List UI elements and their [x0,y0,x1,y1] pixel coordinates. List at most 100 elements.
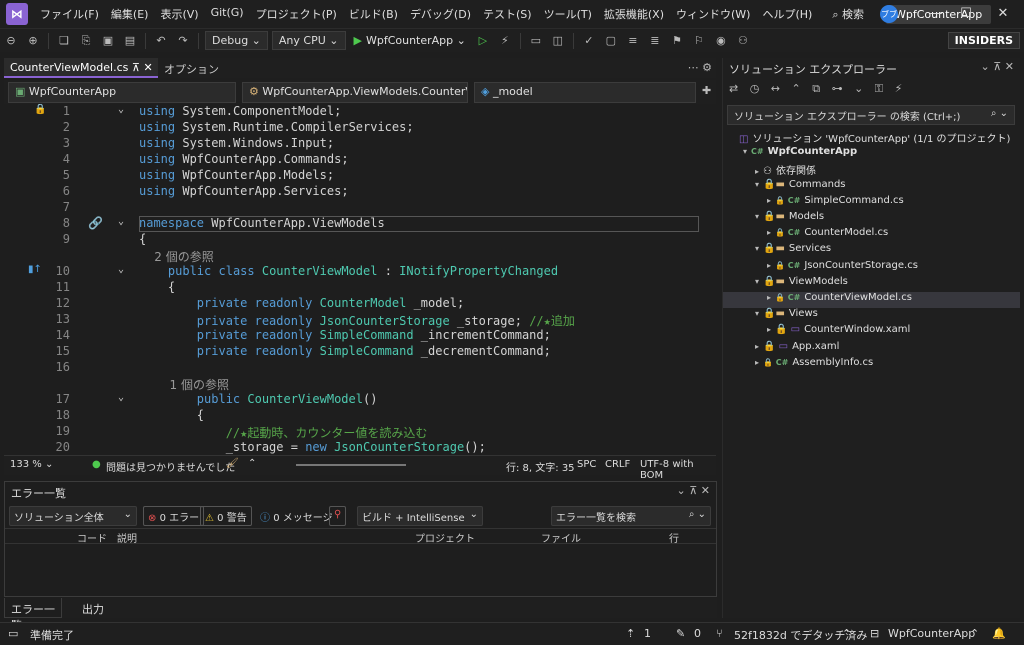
menu-item[interactable]: デバッグ(D) [404,6,477,22]
code-line[interactable]: 10 ⌄ public class CounterViewModel : INot… [4,264,716,280]
tree-item[interactable]: ▸ 🔒 C# AssemblyInfo.cs [723,357,1020,373]
code-line[interactable]: 15 private readonly SimpleCommand _decre… [4,344,716,360]
tree-item[interactable]: ◫ ソリューション 'WpfCounterApp' (1/1 のプロジェクト) [723,130,1020,146]
window-icon[interactable]: ◫ [548,32,568,50]
expand-chevron-icon[interactable]: ▾ [739,147,751,156]
errors-filter[interactable]: ⊗ 0 エラー [143,506,205,526]
tab-error-list[interactable]: エラー一覧 [4,598,62,632]
code-line[interactable]: 18 { [4,408,716,424]
new-item-icon[interactable]: ❏ [54,32,74,50]
menu-item[interactable]: ファイル(F) [34,6,105,22]
edits-count[interactable]: 0 [694,627,701,640]
code-line[interactable]: 2 個の参照 [4,248,716,264]
fold-chevron-icon[interactable]: ⌄ [118,264,124,275]
expand-chevron-icon[interactable]: ▾ [751,244,763,253]
branch-chevron-icon[interactable]: ⌃ [842,627,851,640]
notification-icon[interactable]: ▭ [8,627,18,640]
menu-item[interactable]: 編集(E) [105,6,155,22]
tree-item[interactable]: ▸ 🔒 ▭ CounterWindow.xaml [723,324,1020,340]
status-project[interactable]: WpfCounterApp [888,627,975,640]
code-line[interactable]: 19 //★起動時、カウンター値を読み込む [4,424,716,440]
code-line[interactable]: 16 [4,360,716,376]
class-dropdown[interactable]: ⚙ WpfCounterApp.ViewModels.CounterV [242,82,468,103]
crlf-indicator[interactable]: CRLF [605,459,630,470]
pin-icon[interactable]: ⊼ [132,61,140,74]
code-line[interactable]: 4 using WpfCounterApp.Commands; [4,152,716,168]
expand-chevron-icon[interactable]: ▾ [751,212,763,221]
expand-chevron-icon[interactable]: ▸ [763,325,775,334]
tree-item[interactable]: ▸ 🔒 C# JsonCounterStorage.cs [723,260,1020,276]
fold-chevron-icon[interactable]: ⌄ [118,216,124,227]
minimize-icon[interactable]: — [923,4,949,24]
column-header[interactable]: ファイル [541,530,581,545]
search-menu[interactable]: ⌕ 検索 [824,6,872,22]
code-editor[interactable]: 🔒 🔗 ▮↑ 1 ⌄ using System.ComponentModel; 2 us… [4,104,716,454]
menu-item[interactable]: プロジェクト(P) [250,6,343,22]
tree-item[interactable]: ▸ 🔒 C# CounterModel.cs [723,227,1020,243]
project-chevron-icon[interactable]: ⌃ [970,627,979,640]
spellcheck-icon[interactable]: ✓ [579,32,599,50]
menu-item[interactable]: Git(G) [205,6,250,22]
code-line[interactable]: 2 using System.Runtime.CompilerServices; [4,120,716,136]
encoding-indicator[interactable]: UTF-8 with BOM [640,459,716,481]
column-header[interactable]: 行 [669,530,679,545]
expand-chevron-icon[interactable]: ▸ [751,358,763,367]
tab-counterviewmodel[interactable]: CounterViewModel.cs ⊼ ✕ [4,58,158,78]
zoom-dropdown[interactable]: 133 % ⌄ [10,459,53,470]
panel-controls[interactable]: ⌄ ⊼ ✕ [677,484,710,497]
code-line[interactable]: 5 using WpfCounterApp.Models; [4,168,716,184]
spc-indicator[interactable]: SPC [577,459,596,470]
code-line[interactable]: 13 private readonly JsonCounterStorage _… [4,312,716,328]
code-line[interactable]: 1 個の参照 [4,376,716,392]
scope-dropdown[interactable]: ソリューション全体 ⌄ [9,506,137,526]
bell-icon[interactable]: 🔔 [992,627,1006,640]
build-dropdown[interactable]: ビルド + IntelliSense ⌄ [357,506,483,526]
tree-item[interactable]: ▾ 🔒▬ Commands [723,179,1020,195]
menu-item[interactable]: テスト(S) [477,6,538,22]
tab-close-icon[interactable]: ✕ [143,61,152,74]
save-all-icon[interactable]: ▤ [120,32,140,50]
menu-item[interactable]: 表示(V) [154,6,204,22]
brush-icon[interactable]: 🖌 [226,458,239,469]
tree-item[interactable]: ▾ 🔒▬ Services [723,243,1020,259]
horizontal-scrollbar[interactable] [296,464,406,466]
config-dropdown[interactable]: Debug ⌄ [205,31,268,50]
code-line[interactable]: 7 [4,200,716,216]
tab-options[interactable]: オプション [164,61,219,77]
project-dropdown[interactable]: ▣ WpfCounterApp [8,82,236,103]
tree-item[interactable]: ▸ 🔒 ▭ App.xaml [723,341,1020,357]
code-line[interactable]: 14 private readonly SimpleCommand _incre… [4,328,716,344]
expand-chevron-icon[interactable]: ▾ [751,309,763,318]
run-without-debug-icon[interactable]: ▷ [473,32,493,50]
fold-chevron-icon[interactable]: ⌄ [118,392,124,403]
caret-up-icon[interactable]: ⌃ [248,458,256,469]
menu-item[interactable]: ウィンドウ(W) [670,6,756,22]
code-line[interactable]: 20 _storage = new JsonCounterStorage(); [4,440,716,454]
hot-reload-icon[interactable]: ⚡ [495,32,515,50]
expand-chevron-icon[interactable]: ▾ [751,180,763,189]
menu-item[interactable]: ビルド(B) [343,6,404,22]
close-icon[interactable]: ✕ [990,4,1016,24]
maximize-icon[interactable]: ☐ [953,4,979,24]
tree-item[interactable]: ▾ 🔒▬ Views [723,308,1020,324]
se-search-input[interactable]: ソリューション エクスプローラー の検索 (Ctrl+;) ⌕ ⌄ [727,105,1015,125]
menu-item[interactable]: ヘルプ(H) [756,6,818,22]
code-line[interactable]: 8 ⌄ namespace WpfCounterApp.ViewModels [4,216,716,232]
column-header[interactable]: プロジェクト [415,530,475,545]
column-header[interactable]: 説明 [117,530,137,545]
run-button[interactable]: ▶ WpfCounterApp ⌄ [348,34,472,47]
se-panel-controls[interactable]: ⌄ ⊼ ✕ [981,60,1014,73]
forward-icon[interactable]: ⊕ [23,32,43,50]
messages-filter[interactable]: ⓘ 0 メッセージ [255,506,338,526]
outdent-icon[interactable]: ≣ [645,32,665,50]
expand-chevron-icon[interactable]: ▸ [763,196,775,205]
se-toolbar[interactable]: ⇄ ◷ ↔ ⌃ ⧉ ⊶ ⌄ ⚿ ⚡ [729,82,906,96]
save-icon[interactable]: ▣ [98,32,118,50]
more-icon[interactable]: ⋯ ⚙ [688,61,712,74]
expand-chevron-icon[interactable]: ▾ [751,277,763,286]
menu-item[interactable]: ツール(T) [538,6,598,22]
code-line[interactable]: 9{ [4,232,716,248]
code-line[interactable]: 11 { [4,280,716,296]
redo-icon[interactable]: ↷ [173,32,193,50]
member-dropdown[interactable]: ◈ _model [474,82,696,103]
